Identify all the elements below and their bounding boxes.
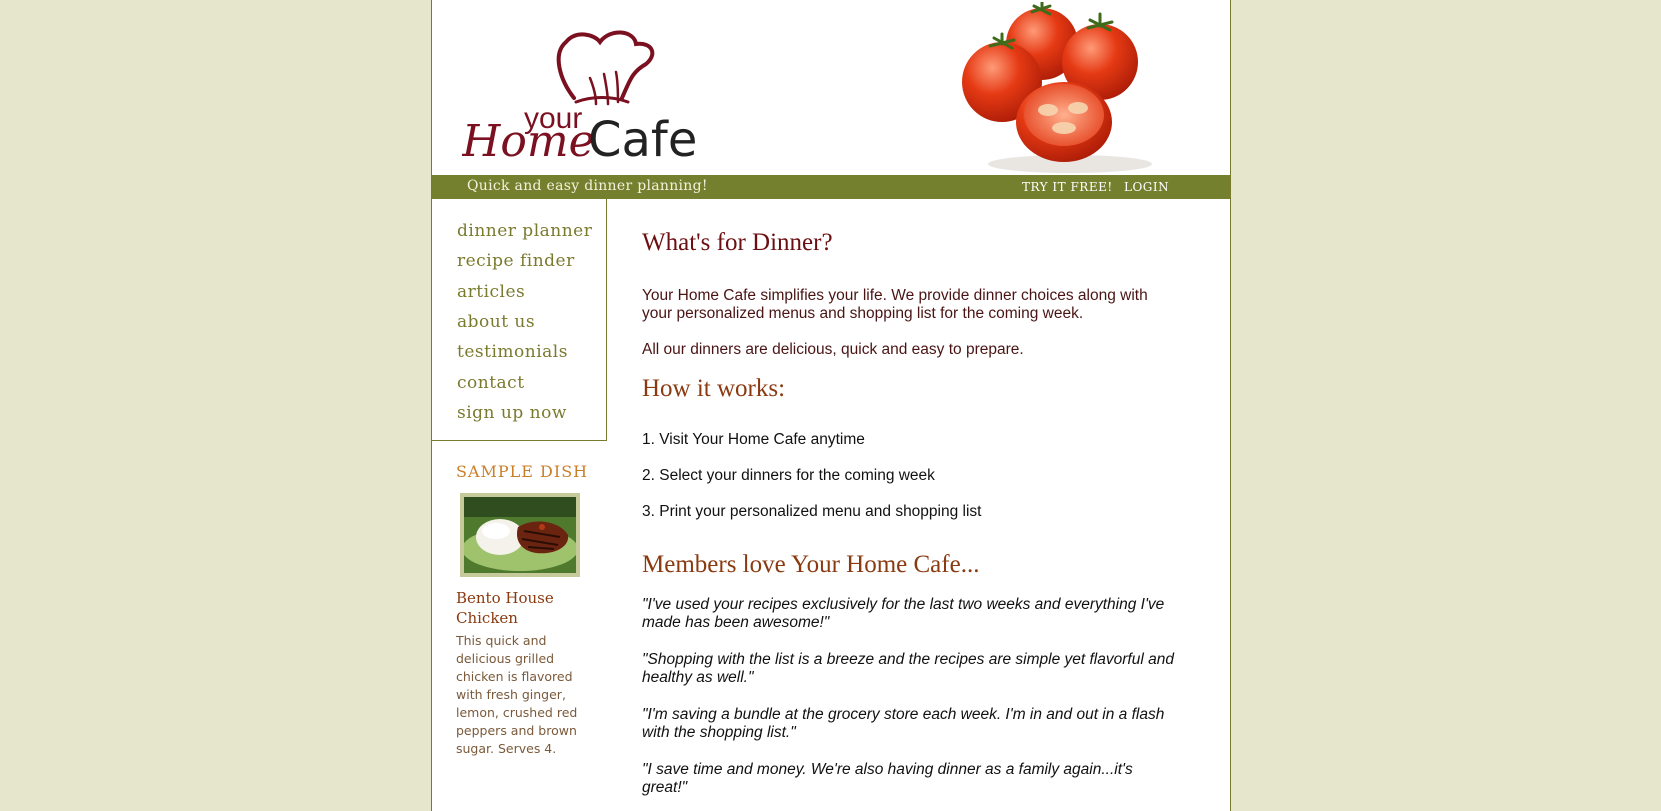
your-home-cafe-logo[interactable]: your Home Cafe: [462, 20, 712, 165]
tagline-bar: Quick and easy dinner planning! TRY IT F…: [432, 175, 1230, 199]
sample-dish-name[interactable]: Bento House Chicken: [456, 588, 586, 628]
sample-dish-heading: SAMPLE DISH: [456, 462, 589, 481]
intro-paragraph-2: All our dinners are delicious, quick and…: [642, 341, 1024, 358]
tagline: Quick and easy dinner planning!: [467, 178, 708, 194]
sample-dish-description: This quick and delicious grilled chicken…: [456, 633, 578, 756]
testimonial-4: "I save time and money. We're also havin…: [642, 761, 1133, 796]
nav-sign-up-now[interactable]: sign up now: [457, 403, 567, 423]
nav-recipe-finder[interactable]: recipe finder: [457, 251, 575, 271]
login-link[interactable]: LOGIN: [1124, 180, 1169, 194]
sidebar-nav: dinner planner recipe finder articles ab…: [432, 199, 607, 441]
step-3: 3. Print your personalized menu and shop…: [642, 503, 982, 520]
nav-dinner-planner[interactable]: dinner planner: [457, 221, 592, 241]
nav-about-us[interactable]: about us: [457, 312, 535, 332]
page-container: your Home Cafe Quick and easy dinner pla…: [431, 0, 1231, 811]
nav-testimonials[interactable]: testimonials: [457, 342, 568, 362]
intro-paragraph: Your Home Cafe simplifies your life. We …: [642, 287, 1148, 322]
testimonial-2: "Shopping with the list is a breeze and …: [642, 651, 1174, 686]
chicken-rice-image: [462, 497, 578, 573]
whats-for-dinner-title: What's for Dinner?: [642, 229, 833, 256]
nav-articles[interactable]: articles: [457, 282, 525, 302]
chef-hat-icon: [556, 30, 655, 106]
how-it-works-title: How it works:: [642, 375, 786, 402]
tomatoes-image: [962, 2, 1152, 173]
testimonial-1: "I've used your recipes exclusively for …: [642, 596, 1165, 631]
sample-dish-photo[interactable]: [460, 493, 580, 577]
try-it-free-link[interactable]: TRY IT FREE!: [1022, 180, 1113, 194]
members-love-title: Members love Your Home Cafe...: [642, 551, 980, 578]
step-2: 2. Select your dinners for the coming we…: [642, 467, 935, 484]
nav-contact[interactable]: contact: [457, 373, 525, 393]
logo-home: Home: [462, 116, 595, 165]
step-1: 1. Visit Your Home Cafe anytime: [642, 431, 865, 448]
header: your Home Cafe Quick and easy dinner pla…: [432, 0, 1230, 199]
testimonial-3: "I'm saving a bundle at the grocery stor…: [642, 706, 1165, 741]
logo-cafe: Cafe: [588, 112, 697, 165]
